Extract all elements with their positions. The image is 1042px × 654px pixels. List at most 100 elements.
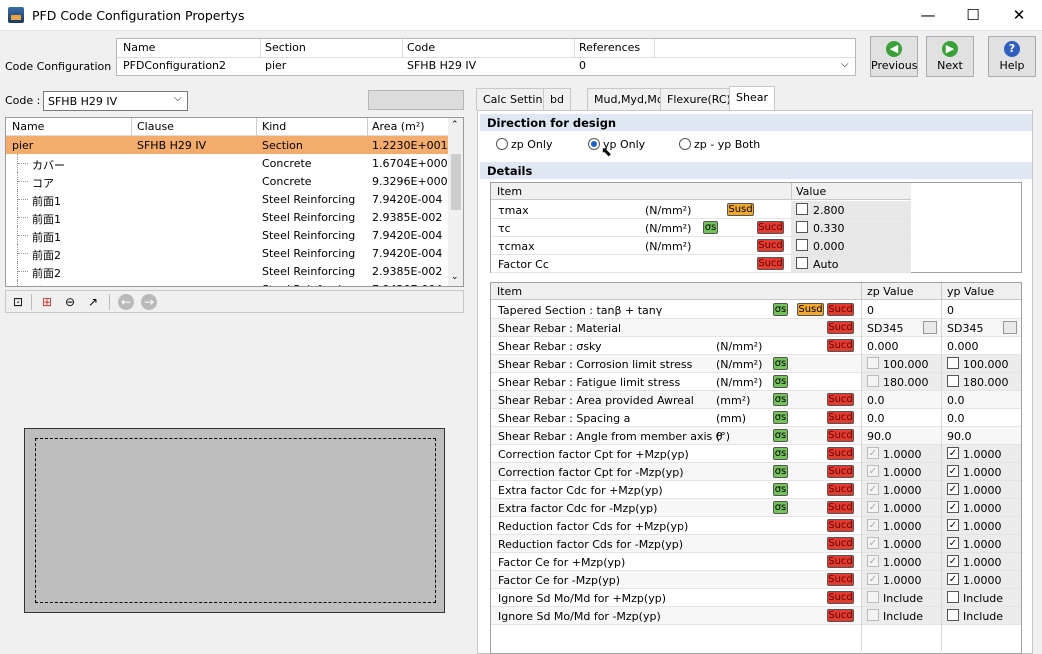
zp-value-cell[interactable]: ✓ 1.0000 — [861, 553, 941, 570]
code-dropdown[interactable]: SFHB H29 IV ⌵ — [43, 91, 188, 111]
radio-zp-only[interactable]: zp Only — [496, 138, 552, 154]
yp-value-cell[interactable]: 180.000 — [941, 373, 1021, 390]
sucd-badge[interactable]: Sucd — [827, 519, 854, 532]
chevron-down-icon[interactable] — [923, 321, 937, 334]
zp-checkbox[interactable]: ✓ — [867, 501, 879, 513]
tab-shear[interactable]: Shear — [729, 86, 775, 110]
yp-value-cell[interactable]: 90.0 — [941, 427, 1021, 444]
table-row[interactable]: 前面1 Steel Reinforcing 2.9385E-002 — [6, 208, 448, 226]
sucd-badge[interactable]: Sucd — [827, 393, 854, 406]
scroll-down-icon[interactable]: ⌄ — [451, 272, 459, 282]
value-checkbox[interactable] — [796, 257, 808, 269]
sucd-badge[interactable]: Sucd — [827, 321, 854, 334]
table-row[interactable]: 前面1 Steel Reinforcing 7.9420E-004 — [6, 226, 448, 244]
sigma-s-badge[interactable]: σs — [773, 429, 788, 442]
zp-value-cell[interactable]: ✓ 1.0000 — [861, 571, 941, 588]
susd-badge[interactable]: Susd — [727, 203, 754, 216]
radio-zp-yp-both[interactable]: zp - yp Both — [679, 138, 760, 154]
yp-value-cell[interactable]: 100.000 — [941, 355, 1021, 372]
vertical-scrollbar[interactable]: ⌃ ⌄ — [448, 118, 463, 286]
yp-checkbox[interactable]: ✓ — [947, 555, 959, 567]
zp-value-cell[interactable]: ✓ 1.0000 — [861, 463, 941, 480]
yp-checkbox[interactable] — [947, 609, 959, 621]
sucd-badge[interactable]: Sucd — [827, 483, 854, 496]
close-button[interactable]: ✕ — [996, 0, 1042, 31]
sucd-badge[interactable]: Sucd — [827, 591, 854, 604]
zp-value-cell[interactable]: 180.000 — [861, 373, 941, 390]
sigma-s-badge[interactable]: σs — [773, 465, 788, 478]
sucd-badge[interactable]: Sucd — [827, 303, 854, 316]
table-row[interactable]: 前面2 Steel Reinforcing 7.9420E-004 — [6, 280, 448, 286]
sucd-badge[interactable]: Sucd — [757, 257, 784, 270]
sucd-badge[interactable]: Sucd — [827, 465, 854, 478]
sucd-badge[interactable]: Sucd — [827, 537, 854, 550]
zp-value-cell[interactable]: ✓ 1.0000 — [861, 481, 941, 498]
susd-badge[interactable]: Susd — [797, 303, 824, 316]
zp-value-cell[interactable]: 0 — [861, 301, 941, 318]
fit-view-icon[interactable]: ⊡ — [10, 294, 26, 310]
yp-value-cell[interactable]: ✓ 1.0000 — [941, 553, 1021, 570]
zp-checkbox[interactable] — [867, 375, 879, 387]
previous-button[interactable]: ◀ Previous — [870, 36, 918, 77]
tab-bd[interactable]: bd — [543, 88, 571, 110]
value-checkbox[interactable] — [796, 239, 808, 251]
value-checkbox[interactable] — [796, 203, 808, 215]
yp-checkbox[interactable]: ✓ — [947, 537, 959, 549]
tab-mud-myd-mc[interactable]: Mud,Myd,Mc — [587, 88, 670, 110]
sigma-s-badge[interactable]: σs — [773, 393, 788, 406]
tab-flexure[interactable]: Flexure(RC) — [660, 88, 738, 110]
yp-value-cell[interactable]: Include — [941, 589, 1021, 606]
sigma-s-badge[interactable]: σs — [703, 221, 718, 234]
zp-value-cell[interactable]: 100.000 — [861, 355, 941, 372]
zp-checkbox[interactable] — [867, 591, 879, 603]
sigma-s-badge[interactable]: σs — [773, 447, 788, 460]
sucd-badge[interactable]: Sucd — [757, 221, 784, 234]
component-table[interactable]: Name Clause Kind Area (m²) pier SFHB H29 … — [5, 117, 464, 287]
zoom-window-icon[interactable]: ⊞ — [39, 294, 55, 310]
zp-value-cell[interactable]: ✓ 1.0000 — [861, 499, 941, 516]
zp-value-cell[interactable]: 90.0 — [861, 427, 941, 444]
chevron-down-icon[interactable] — [1003, 321, 1017, 334]
yp-value-cell[interactable]: 0.0 — [941, 409, 1021, 426]
zp-checkbox[interactable]: ✓ — [867, 483, 879, 495]
table-row[interactable]: pier SFHB H29 IV Section 1.2230E+001 — [6, 136, 448, 154]
next-button[interactable]: ▶ Next — [926, 36, 974, 77]
yp-checkbox[interactable] — [947, 591, 959, 603]
code-config-combo[interactable]: Name Section Code References PFDConfigur… — [116, 38, 856, 76]
forward-icon[interactable]: → — [141, 294, 157, 310]
yp-checkbox[interactable]: ✓ — [947, 501, 959, 513]
help-button[interactable]: ? Help — [988, 36, 1036, 77]
zp-checkbox[interactable]: ✓ — [867, 465, 879, 477]
table-row[interactable]: 前面2 Steel Reinforcing 2.9385E-002 — [6, 262, 448, 280]
pan-arrow-icon[interactable]: ↗ — [85, 294, 101, 310]
yp-value-cell[interactable]: 0.000 — [941, 337, 1021, 354]
details-value-cell[interactable]: 0.330 — [791, 219, 911, 236]
zp-checkbox[interactable]: ✓ — [867, 573, 879, 585]
yp-value-cell[interactable]: 0.0 — [941, 391, 1021, 408]
table-row[interactable]: コア Concrete 9.3296E+000 — [6, 172, 448, 190]
scroll-up-icon[interactable]: ⌃ — [451, 120, 459, 130]
sucd-badge[interactable]: Sucd — [827, 339, 854, 352]
zp-checkbox[interactable]: ✓ — [867, 555, 879, 567]
yp-checkbox[interactable]: ✓ — [947, 573, 959, 585]
yp-value-cell[interactable]: ✓ 1.0000 — [941, 517, 1021, 534]
details-value-cell[interactable]: 2.800 — [791, 201, 911, 218]
table-row[interactable]: 前面1 Steel Reinforcing 7.9420E-004 — [6, 190, 448, 208]
zp-value-cell[interactable]: Include — [861, 589, 941, 606]
yp-value-cell[interactable]: ✓ 1.0000 — [941, 499, 1021, 516]
yp-checkbox[interactable]: ✓ — [947, 465, 959, 477]
back-icon[interactable]: ← — [118, 294, 134, 310]
yp-value-cell[interactable]: ✓ 1.0000 — [941, 535, 1021, 552]
yp-checkbox[interactable]: ✓ — [947, 483, 959, 495]
zp-checkbox[interactable]: ✓ — [867, 447, 879, 459]
zp-value-cell[interactable]: SD345 — [861, 319, 941, 336]
radio-yp-only[interactable]: yp Only — [588, 138, 645, 154]
value-checkbox[interactable] — [796, 221, 808, 233]
yp-value-cell[interactable]: Include — [941, 607, 1021, 624]
sigma-s-badge[interactable]: σs — [773, 375, 788, 388]
zp-value-cell[interactable]: 0.0 — [861, 391, 941, 408]
minimize-button[interactable]: — — [905, 0, 951, 31]
zp-checkbox[interactable]: ✓ — [867, 537, 879, 549]
table-row[interactable]: カバー Concrete 1.6704E+000 — [6, 154, 448, 172]
zoom-out-icon[interactable]: ⊖ — [62, 294, 78, 310]
